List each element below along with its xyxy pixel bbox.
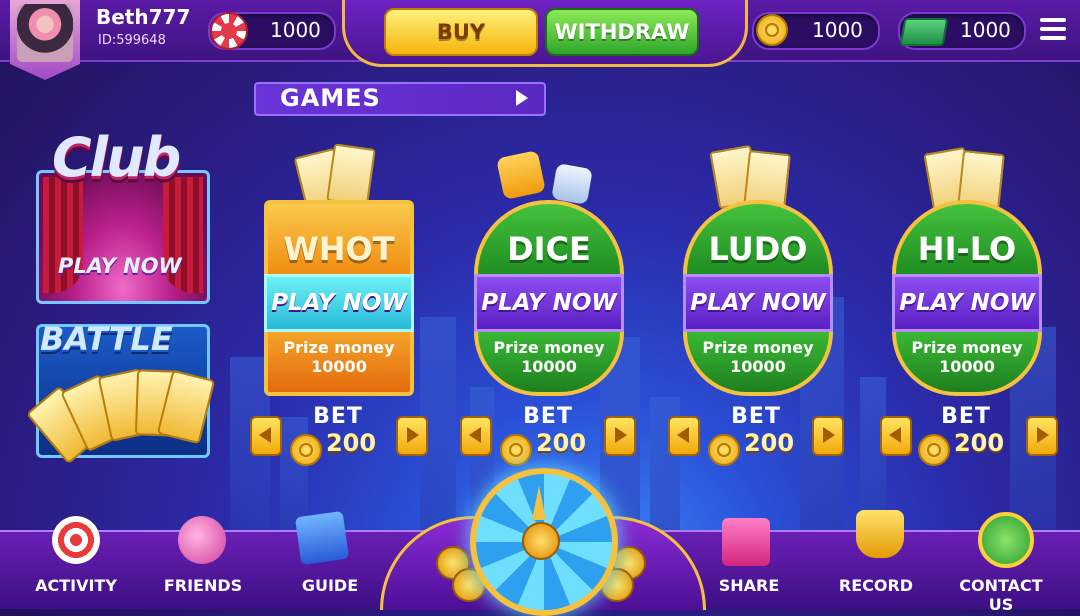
share-icon[interactable]: [722, 518, 770, 566]
play-now-button[interactable]: PLAY NOW: [474, 274, 624, 332]
bet-increase-button[interactable]: [604, 416, 636, 456]
club-card[interactable]: [36, 170, 210, 304]
book-icon[interactable]: [294, 510, 350, 566]
menu-icon[interactable]: [1040, 16, 1066, 42]
game-card-ludo[interactable]: LUDO PLAY NOW Prize money 10000: [683, 200, 833, 396]
bet-label: BET: [523, 404, 573, 429]
playing-cards-icon: [326, 143, 376, 207]
bet-label: BET: [313, 404, 363, 429]
coin-icon: [708, 434, 740, 466]
cash-balance-value: 1000: [960, 18, 1011, 42]
nav-share[interactable]: SHARE: [694, 576, 804, 595]
nav-guide[interactable]: GUIDE: [275, 576, 385, 595]
game-name: LUDO: [708, 230, 808, 268]
dice-icon: [551, 163, 593, 205]
game-name: HI-LO: [917, 230, 1017, 268]
play-now-button[interactable]: PLAY NOW: [892, 274, 1042, 332]
withdraw-button[interactable]: WITHDRAW: [545, 8, 699, 56]
coin-icon: [500, 434, 532, 466]
target-icon[interactable]: [52, 516, 100, 564]
prize-panel: Prize money 10000: [683, 332, 833, 396]
bet-label: BET: [941, 404, 991, 429]
prize-panel: Prize money 10000: [892, 332, 1042, 396]
user-id: ID:599648: [98, 33, 166, 48]
battle-title: BATTLE: [40, 320, 173, 358]
bet-increase-button[interactable]: [1026, 416, 1058, 456]
bet-increase-button[interactable]: [396, 416, 428, 456]
buy-button[interactable]: BUY: [384, 8, 538, 56]
headset-icon[interactable]: [978, 512, 1034, 568]
play-arrow-icon[interactable]: [516, 90, 528, 106]
username: Beth777: [96, 5, 191, 29]
game-card-hilo[interactable]: HI-LO PLAY NOW Prize money 10000: [892, 200, 1042, 396]
bet-increase-button[interactable]: [812, 416, 844, 456]
coin-balance-value: 1000: [812, 18, 863, 42]
game-card-whot[interactable]: WHOT PLAY NOW Prize money 10000: [264, 200, 414, 396]
nav-friends[interactable]: FRIENDS: [148, 576, 258, 595]
avatar[interactable]: [17, 4, 73, 62]
prize-panel: Prize money 10000: [474, 332, 624, 396]
prize-label: Prize money: [493, 338, 605, 357]
games-title: GAMES: [280, 84, 381, 112]
play-now-button[interactable]: PLAY NOW: [264, 274, 414, 332]
coin-icon: [756, 14, 788, 46]
prize-panel: Prize money 10000: [264, 332, 414, 396]
game-card-dice[interactable]: DICE PLAY NOW Prize money 10000: [474, 200, 624, 396]
bet-label: BET: [731, 404, 781, 429]
bet-decrease-button[interactable]: [250, 416, 282, 456]
hilo-header: HI-LO: [892, 200, 1042, 274]
chip-balance-value: 1000: [270, 18, 321, 42]
game-name: WHOT: [283, 230, 395, 268]
coin-icon: [918, 434, 950, 466]
coin-icon: [290, 434, 322, 466]
play-now-button[interactable]: PLAY NOW: [683, 274, 833, 332]
dice-header: DICE: [474, 200, 624, 274]
wheel-center-icon[interactable]: [522, 522, 560, 560]
nav-activity[interactable]: ACTIVITY: [21, 576, 131, 595]
prize-value: 10000: [730, 357, 786, 376]
prize-label: Prize money: [702, 338, 814, 357]
wheel-pointer-icon: [532, 486, 546, 520]
dice-icon: [496, 150, 546, 200]
prize-label: Prize money: [911, 338, 1023, 357]
prize-value: 10000: [521, 357, 577, 376]
friends-icon[interactable]: [178, 516, 226, 564]
bet-decrease-button[interactable]: [460, 416, 492, 456]
prize-value: 10000: [311, 357, 367, 376]
poker-chip-icon: [210, 12, 248, 50]
club-play-now[interactable]: PLAY NOW: [58, 254, 182, 278]
bet-decrease-button[interactable]: [668, 416, 700, 456]
nav-contact-us[interactable]: CONTACT US: [946, 576, 1056, 614]
ludo-header: LUDO: [683, 200, 833, 274]
prize-value: 10000: [939, 357, 995, 376]
game-name: DICE: [507, 230, 591, 268]
prize-label: Prize money: [283, 338, 395, 357]
whot-header: WHOT: [264, 200, 414, 274]
cash-icon: [899, 18, 949, 46]
trophy-icon[interactable]: [856, 510, 904, 558]
bet-decrease-button[interactable]: [880, 416, 912, 456]
nav-record[interactable]: RECORD: [821, 576, 931, 595]
club-title: Club: [52, 126, 181, 189]
